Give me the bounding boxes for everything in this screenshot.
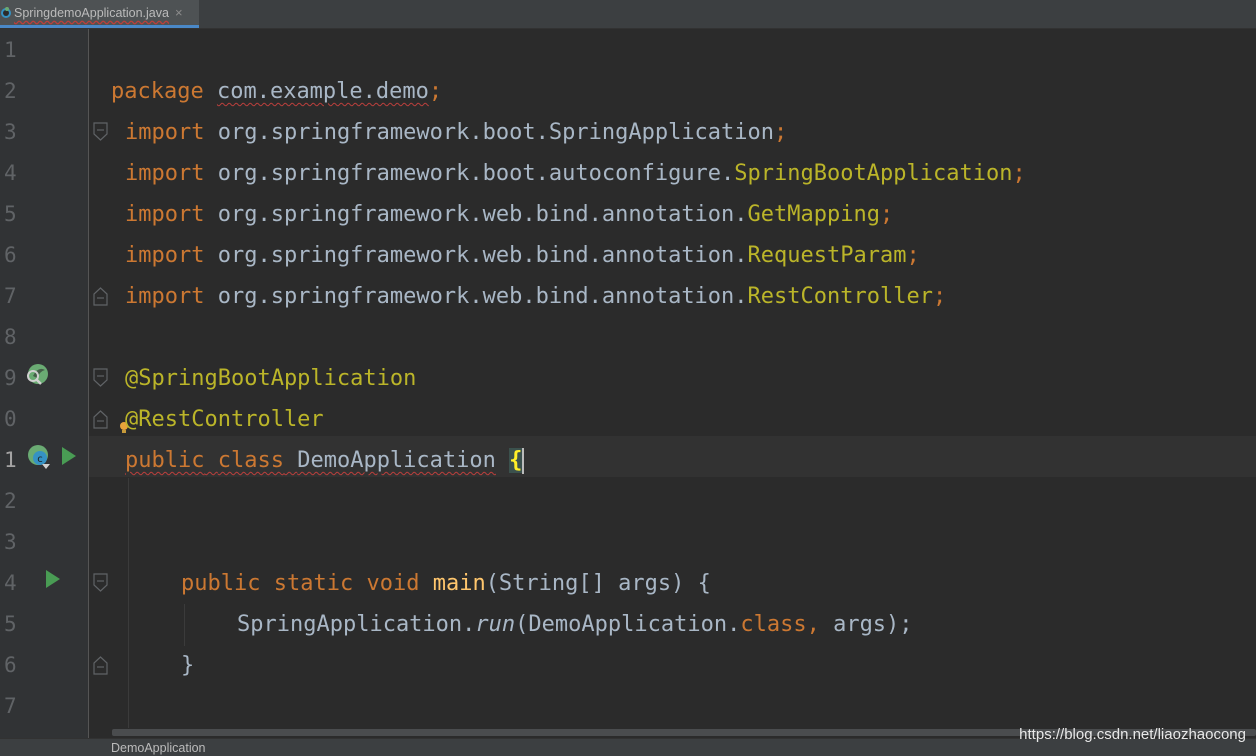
fold-marker-icon[interactable] [93, 409, 108, 429]
line-number: 5 [4, 202, 17, 226]
line-number: 5 [4, 612, 17, 636]
method-params: (String[] args) { [485, 571, 711, 596]
keyword: class [740, 612, 807, 637]
ide-window: SpringdemoApplication.java × 1 2 3 4 5 6… [0, 0, 1256, 756]
tab-label: SpringdemoApplication.java [14, 5, 169, 20]
keyword: class [217, 448, 284, 473]
line-number-current: 1 [4, 448, 17, 472]
comma: , [806, 612, 820, 637]
call-args: (DemoApplication. [515, 612, 741, 637]
unused-import-class: SpringBootApplication [734, 161, 1013, 186]
fold-marker-icon[interactable] [93, 655, 108, 675]
line-number: 4 [4, 161, 17, 185]
code-line-class-declaration[interactable]: public class DemoApplication { [125, 440, 525, 481]
code-line-annotation[interactable]: @SpringBootApplication [125, 358, 416, 399]
import-path: org.springframework.boot.autoconfigure. [217, 161, 735, 186]
fold-marker-icon[interactable] [93, 368, 108, 388]
code-line-import[interactable]: import org.springframework.boot.SpringAp… [125, 112, 787, 153]
line-number: 3 [4, 120, 17, 144]
indent-guide [128, 478, 129, 728]
text-caret [522, 448, 525, 474]
run-arrow-icon[interactable] [44, 569, 62, 593]
tab-springdemo-application[interactable]: SpringdemoApplication.java × [0, 0, 199, 28]
keyword: import [125, 202, 205, 227]
class-ref: SpringApplication. [237, 612, 476, 637]
watermark-text: https://blog.csdn.net/liaozhaocong [1019, 726, 1246, 743]
annotation: @SpringBootApplication [125, 366, 417, 391]
import-path: org.springframework.web.bind.annotation. [217, 284, 748, 309]
code-line-import[interactable]: import org.springframework.web.bind.anno… [125, 235, 920, 276]
run-arrow-icon[interactable] [60, 446, 78, 470]
semicolon: ; [774, 120, 788, 145]
call-args-end: args); [819, 612, 913, 637]
static-method: run [475, 612, 516, 637]
line-number: 8 [4, 325, 17, 349]
editor-tab-bar: SpringdemoApplication.java × [0, 0, 1256, 29]
class-name: DemoApplication [297, 448, 496, 473]
line-number: 9 [4, 366, 17, 390]
keyword: import [125, 120, 205, 145]
method-name: main [432, 571, 486, 596]
unused-import-class: GetMapping [747, 202, 880, 227]
indent-guide [184, 604, 185, 646]
code-line-import[interactable]: import org.springframework.boot.autoconf… [125, 153, 1026, 194]
line-number: 1 [4, 38, 17, 62]
matched-brace: { [509, 448, 523, 473]
keyword: import [125, 284, 205, 309]
spring-boot-run-icon[interactable]: c [24, 443, 54, 475]
fold-marker-icon[interactable] [93, 122, 108, 142]
semicolon: ; [906, 243, 920, 268]
tab-close-icon[interactable]: × [175, 5, 183, 20]
line-number: 7 [4, 694, 17, 718]
code-line-run-call[interactable]: SpringApplication.run(DemoApplication.cl… [237, 604, 913, 645]
import-path: org.springframework.web.bind.annotation. [217, 243, 748, 268]
keyword: package [111, 79, 204, 104]
line-number: 2 [4, 79, 17, 103]
code-line-import[interactable]: import org.springframework.web.bind.anno… [125, 194, 893, 235]
java-class-icon [0, 6, 12, 19]
keyword: static [273, 571, 354, 596]
line-number: 3 [4, 530, 17, 554]
keyword: import [125, 243, 205, 268]
code-line-main-method[interactable]: public static void main(String[] args) { [181, 563, 711, 604]
line-number: 6 [4, 243, 17, 267]
code-line-close-brace[interactable]: } [181, 645, 194, 686]
unused-import-class: RestController [747, 284, 933, 309]
svg-text:c: c [37, 454, 43, 465]
keyword: import [125, 161, 205, 186]
fold-marker-icon[interactable] [93, 286, 108, 306]
semicolon: ; [1012, 161, 1026, 186]
semicolon: ; [428, 79, 443, 104]
line-number: 7 [4, 284, 17, 308]
unused-import-class: RequestParam [747, 243, 907, 268]
code-line-annotation[interactable]: @RestController [125, 399, 324, 440]
line-number: 0 [4, 407, 17, 431]
keyword: public [181, 571, 261, 596]
keyword: void [366, 571, 420, 596]
keyword: public [125, 448, 205, 473]
code-line-import[interactable]: import org.springframework.web.bind.anno… [125, 276, 946, 317]
code-line-package[interactable]: package com.example.demo; [111, 71, 442, 112]
fold-marker-icon[interactable] [93, 573, 108, 593]
close-brace: } [181, 653, 195, 678]
annotation: @RestController [125, 407, 324, 432]
line-number: 6 [4, 653, 17, 677]
spring-bean-search-icon[interactable] [24, 362, 50, 392]
line-number: 4 [4, 571, 17, 595]
semicolon: ; [880, 202, 894, 227]
gutter-divider [88, 29, 89, 738]
package-name: com.example.demo [216, 79, 429, 104]
line-number: 2 [4, 489, 17, 513]
semicolon: ; [932, 284, 947, 309]
breadcrumb[interactable]: DemoApplication [111, 741, 206, 755]
import-path: org.springframework.web.bind.annotation. [217, 202, 748, 227]
import-path: org.springframework.boot.SpringApplicati… [217, 120, 775, 145]
